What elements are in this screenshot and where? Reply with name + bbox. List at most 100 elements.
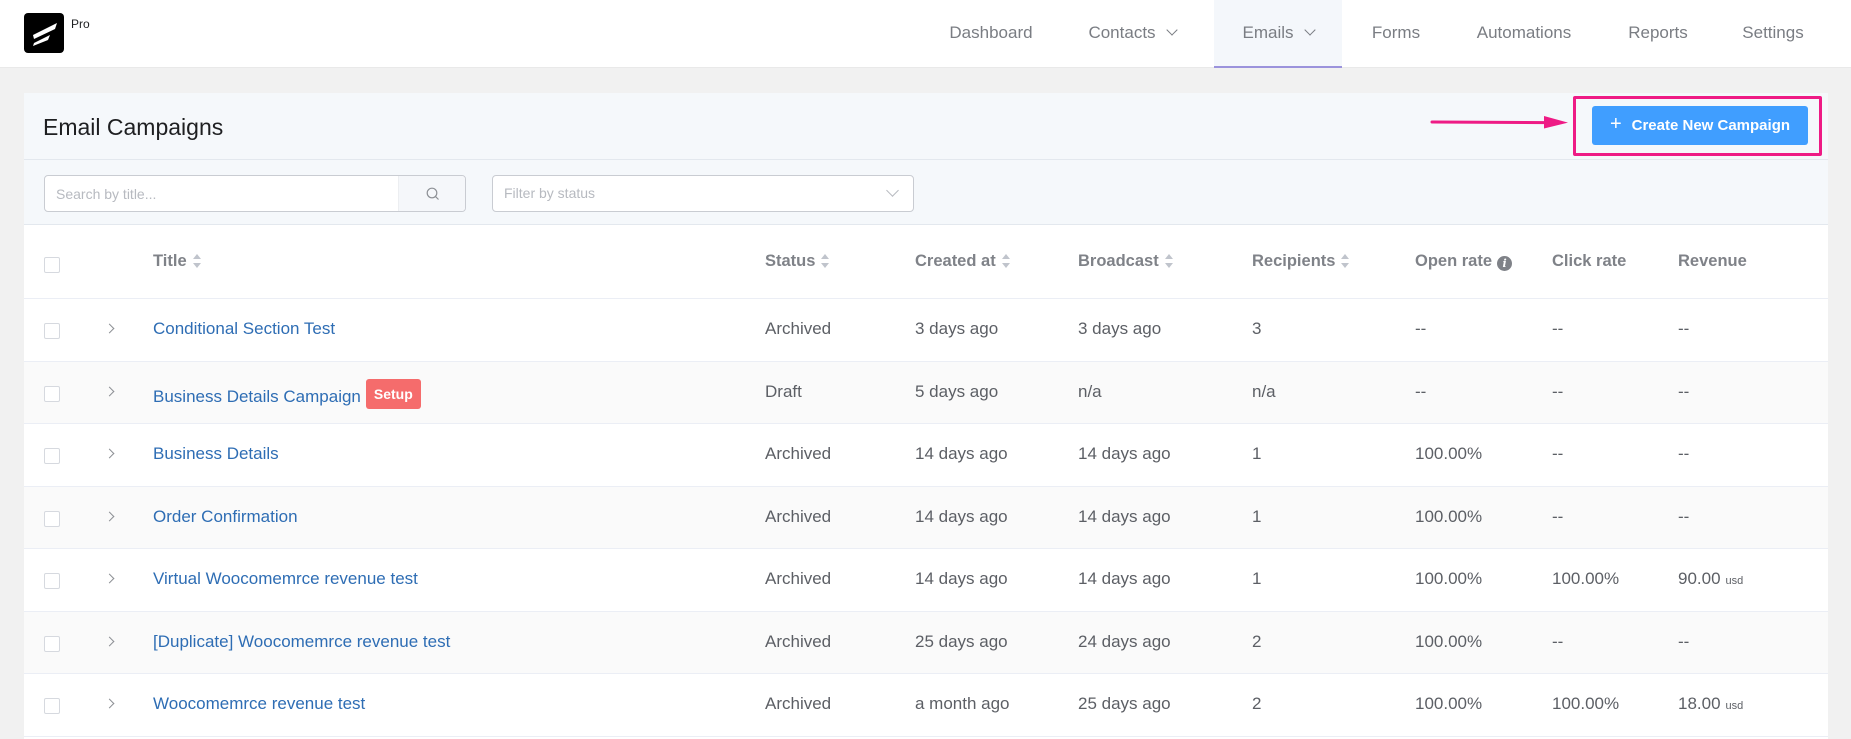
broadcast-cell: 24 days ago bbox=[1078, 631, 1171, 651]
revenue-cell: 90.00 usd bbox=[1678, 569, 1743, 589]
nav-label: Contacts bbox=[1088, 23, 1156, 42]
column-header-open-rate: Open rate i bbox=[1415, 252, 1513, 271]
broadcast-cell: 14 days ago bbox=[1078, 444, 1171, 463]
open-rate-cell: -- bbox=[1415, 381, 1427, 401]
revenue-unit: usd bbox=[1725, 575, 1744, 587]
recipients-cell: 2 bbox=[1252, 694, 1262, 713]
nav-item-automations[interactable]: Automations bbox=[1460, 0, 1588, 68]
broadcast-cell: n/a bbox=[1078, 381, 1102, 401]
campaign-title-link[interactable]: Business Details bbox=[153, 444, 279, 463]
click-rate-cell: -- bbox=[1552, 381, 1564, 401]
row-checkbox[interactable] bbox=[44, 323, 60, 339]
setup-badge[interactable]: Setup bbox=[365, 378, 421, 409]
chevron-right-icon[interactable] bbox=[104, 511, 115, 521]
nav-label: Automations bbox=[1476, 23, 1572, 42]
revenue-cell: 18.00 usd bbox=[1678, 694, 1743, 714]
column-label: Revenue bbox=[1678, 252, 1747, 270]
column-header-title[interactable]: Title bbox=[153, 252, 202, 271]
table-header: Title Status Created at Broadcast Recipi… bbox=[24, 226, 1828, 299]
nav-item-emails[interactable]: Emails bbox=[1214, 0, 1342, 68]
revenue-value: 90.00 bbox=[1678, 569, 1721, 588]
create-new-campaign-button[interactable]: + Create New Campaign bbox=[1592, 106, 1808, 145]
nav-item-dashboard[interactable]: Dashboard bbox=[928, 0, 1054, 68]
column-header-recipients[interactable]: Recipients bbox=[1252, 252, 1350, 271]
nav-label: Settings bbox=[1742, 23, 1804, 42]
status-cell: Archived bbox=[765, 694, 832, 713]
info-icon[interactable]: i bbox=[1497, 256, 1513, 271]
open-rate-cell: -- bbox=[1415, 319, 1427, 338]
table-row: Business Details Archived 14 days ago 14… bbox=[24, 424, 1828, 487]
fluentcrm-logo-icon[interactable] bbox=[24, 13, 64, 53]
filter-bar: Filter by status bbox=[24, 160, 1828, 225]
column-label: Open rate bbox=[1415, 252, 1493, 270]
nav-item-settings[interactable]: Settings bbox=[1726, 0, 1820, 68]
search-button[interactable] bbox=[398, 176, 465, 211]
column-header-created-at[interactable]: Created at bbox=[915, 252, 1011, 271]
campaign-title-link[interactable]: [Duplicate] Woocomemrce revenue test bbox=[153, 632, 450, 651]
open-rate-cell: 100.00% bbox=[1415, 506, 1483, 526]
created-at-cell: 25 days ago bbox=[915, 631, 1008, 651]
chevron-right-icon[interactable] bbox=[104, 573, 115, 584]
created-at-cell: 14 days ago bbox=[915, 506, 1008, 526]
row-checkbox[interactable] bbox=[44, 635, 60, 652]
nav-label: Forms bbox=[1371, 23, 1421, 42]
sort-icon[interactable] bbox=[1164, 254, 1174, 268]
created-at-cell: a month ago bbox=[915, 694, 1010, 713]
row-checkbox[interactable] bbox=[44, 698, 60, 714]
status-filter-select[interactable]: Filter by status bbox=[492, 175, 914, 212]
click-rate-cell: -- bbox=[1552, 444, 1564, 463]
search-input[interactable] bbox=[45, 176, 398, 211]
created-at-cell: 3 days ago bbox=[915, 319, 999, 338]
column-header-broadcast[interactable]: Broadcast bbox=[1078, 252, 1174, 271]
campaign-title-cell: [Duplicate] Woocomemrce revenue test bbox=[153, 632, 450, 652]
column-header-click-rate: Click rate bbox=[1552, 252, 1626, 271]
revenue-value: -- bbox=[1678, 506, 1690, 526]
column-header-status[interactable]: Status bbox=[765, 252, 830, 271]
click-rate-cell: -- bbox=[1552, 319, 1564, 338]
row-checkbox[interactable] bbox=[44, 448, 60, 464]
open-rate-cell: 100.00% bbox=[1415, 631, 1483, 651]
sort-icon[interactable] bbox=[1341, 254, 1350, 268]
revenue-unit: usd bbox=[1725, 700, 1744, 712]
sort-icon[interactable] bbox=[1001, 254, 1011, 268]
revenue-value: -- bbox=[1678, 319, 1690, 338]
status-filter-placeholder: Filter by status bbox=[504, 185, 596, 201]
nav-item-contacts[interactable]: Contacts bbox=[1063, 0, 1201, 68]
recipients-cell: n/a bbox=[1252, 381, 1276, 401]
chevron-right-icon[interactable] bbox=[104, 636, 115, 646]
broadcast-cell: 3 days ago bbox=[1078, 319, 1162, 338]
card-header: Email Campaigns + Create New Campaign bbox=[24, 93, 1828, 160]
nav-label: Dashboard bbox=[949, 23, 1033, 42]
broadcast-cell: 14 days ago bbox=[1078, 506, 1171, 526]
campaign-title-link[interactable]: Order Confirmation bbox=[153, 507, 298, 526]
plus-icon: + bbox=[1609, 113, 1622, 135]
revenue-cell: -- bbox=[1678, 632, 1689, 652]
row-checkbox[interactable] bbox=[44, 573, 60, 589]
row-checkbox[interactable] bbox=[44, 510, 60, 527]
row-checkbox[interactable] bbox=[44, 385, 60, 402]
select-all-checkbox[interactable] bbox=[44, 257, 60, 273]
nav-item-forms[interactable]: Forms bbox=[1356, 0, 1436, 68]
campaign-title-link[interactable]: Virtual Woocomemrce revenue test bbox=[153, 569, 418, 588]
nav-item-reports[interactable]: Reports bbox=[1612, 0, 1704, 68]
campaign-title-link[interactable]: Woocomemrce revenue test bbox=[153, 694, 365, 713]
chevron-right-icon[interactable] bbox=[104, 448, 115, 459]
campaign-title-link[interactable]: Business Details Campaign bbox=[153, 387, 361, 406]
column-label: Created at bbox=[915, 252, 996, 270]
chevron-right-icon[interactable] bbox=[104, 386, 115, 396]
campaign-title-cell: Virtual Woocomemrce revenue test bbox=[153, 569, 418, 589]
recipients-cell: 1 bbox=[1252, 444, 1262, 463]
campaign-title-link[interactable]: Conditional Section Test bbox=[153, 319, 335, 338]
chevron-down-icon bbox=[1165, 24, 1178, 36]
sort-icon[interactable] bbox=[192, 254, 202, 268]
nav-label: Reports bbox=[1628, 23, 1688, 42]
campaigns-card: Email Campaigns + Create New Campaign Fi… bbox=[24, 93, 1828, 739]
table-row: Woocomemrce revenue test Archived a mont… bbox=[24, 674, 1828, 737]
chevron-down-icon bbox=[886, 184, 899, 197]
pro-label: Pro bbox=[71, 17, 90, 31]
recipients-cell: 1 bbox=[1252, 506, 1262, 526]
status-cell: Archived bbox=[765, 444, 832, 463]
chevron-right-icon[interactable] bbox=[104, 698, 115, 709]
sort-icon[interactable] bbox=[821, 254, 830, 268]
chevron-right-icon[interactable] bbox=[104, 323, 115, 334]
